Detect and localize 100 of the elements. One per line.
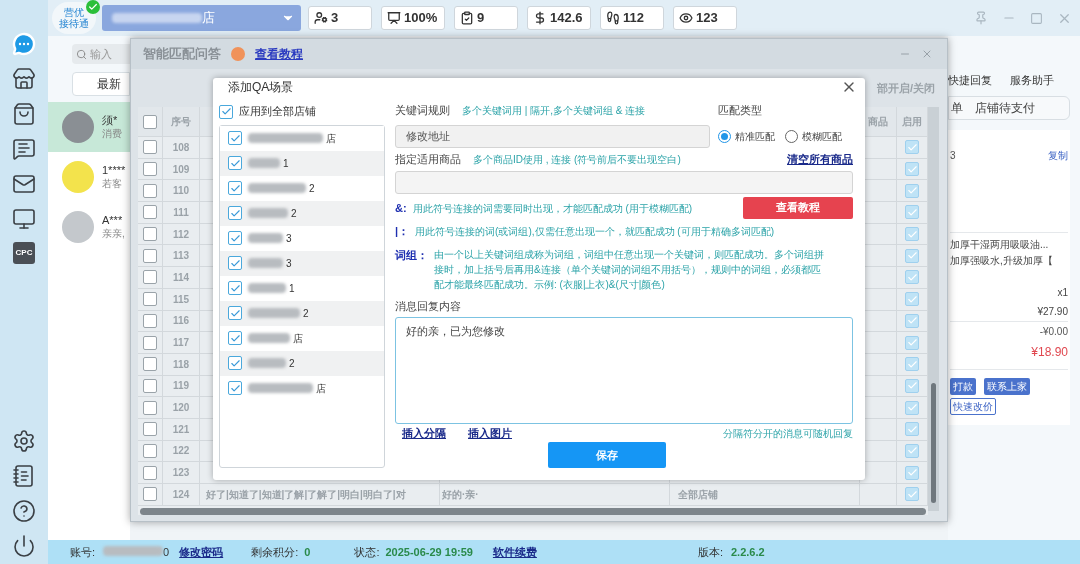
tab[interactable]: 服务助手 bbox=[1010, 71, 1054, 88]
cpc-button[interactable]: CPC bbox=[13, 242, 35, 264]
shop-name: 1 bbox=[283, 156, 289, 171]
checkbox[interactable] bbox=[905, 248, 919, 263]
radio-option[interactable]: 精准匹配 bbox=[718, 128, 775, 144]
insert-link[interactable]: 插入分隔 bbox=[402, 424, 446, 442]
checkbox[interactable] bbox=[905, 227, 919, 242]
checkbox[interactable] bbox=[143, 270, 157, 285]
sidebar-button[interactable] bbox=[12, 102, 36, 126]
checkbox[interactable] bbox=[905, 487, 919, 502]
checkbox[interactable] bbox=[228, 356, 242, 370]
keyword-field[interactable]: 修改地址 bbox=[395, 124, 710, 148]
checkbox[interactable] bbox=[143, 292, 157, 307]
blurred-text bbox=[248, 308, 300, 318]
change-password-link[interactable]: 修改密码 bbox=[179, 543, 224, 561]
radio-option[interactable]: 模糊匹配 bbox=[785, 128, 842, 144]
sidebar-button[interactable] bbox=[12, 137, 36, 161]
checkbox[interactable] bbox=[905, 443, 919, 458]
tutorial-button[interactable]: 查看教程 bbox=[743, 196, 853, 219]
checkbox[interactable] bbox=[228, 381, 242, 395]
shop-item[interactable]: 2 bbox=[220, 350, 384, 376]
sidebar-button[interactable] bbox=[12, 207, 36, 231]
shop-item[interactable]: 3 bbox=[220, 250, 384, 276]
products-field[interactable] bbox=[395, 170, 853, 194]
insert-link[interactable]: 插入图片 bbox=[468, 424, 512, 442]
renew-link[interactable]: 软件续费 bbox=[492, 543, 537, 561]
checkbox[interactable] bbox=[143, 465, 157, 480]
checkbox[interactable] bbox=[905, 357, 919, 372]
checkbox[interactable] bbox=[143, 114, 157, 129]
tutorial-link[interactable]: 查看教程 bbox=[255, 45, 303, 63]
checkbox[interactable] bbox=[905, 162, 919, 177]
checkbox[interactable] bbox=[143, 227, 157, 242]
checkbox[interactable] bbox=[905, 205, 919, 220]
checkbox[interactable] bbox=[228, 181, 242, 195]
checkbox[interactable] bbox=[143, 205, 157, 220]
action-button[interactable]: 联系上家 bbox=[984, 378, 1030, 395]
shop-item[interactable]: 2 bbox=[220, 200, 384, 226]
tab[interactable]: 最新 bbox=[72, 72, 130, 96]
shop-item[interactable]: 2 bbox=[220, 300, 384, 326]
sidebar-button[interactable] bbox=[12, 499, 36, 523]
checkbox[interactable] bbox=[228, 131, 242, 145]
checkbox[interactable] bbox=[143, 400, 157, 415]
checkbox[interactable] bbox=[905, 378, 919, 393]
apply-all-checkbox[interactable]: 应用到全部店铺 bbox=[219, 96, 385, 125]
checkbox[interactable] bbox=[143, 443, 157, 458]
field-hint: 多个商品ID使用 , 连接 (符号前后不要出现空白) bbox=[473, 152, 681, 167]
sidebar-button[interactable] bbox=[12, 67, 36, 91]
checkbox[interactable] bbox=[143, 313, 157, 328]
shop-item[interactable]: 1 bbox=[220, 150, 384, 176]
sidebar-button[interactable] bbox=[12, 429, 36, 453]
checkbox[interactable] bbox=[143, 183, 157, 198]
checkbox[interactable] bbox=[905, 422, 919, 437]
checkbox[interactable] bbox=[143, 378, 157, 393]
conversation-item[interactable]: 须* 消费 bbox=[48, 102, 130, 152]
checkbox[interactable] bbox=[228, 256, 242, 270]
total-price: ¥18.90 bbox=[1031, 344, 1068, 361]
checkbox[interactable] bbox=[143, 422, 157, 437]
checkbox[interactable] bbox=[228, 206, 242, 220]
checkbox[interactable] bbox=[143, 487, 157, 502]
clear-products-link[interactable]: 清空所有商品 bbox=[787, 150, 853, 168]
vertical-scrollbar[interactable] bbox=[928, 107, 939, 511]
checkbox[interactable] bbox=[905, 292, 919, 307]
checkbox[interactable] bbox=[228, 281, 242, 295]
shop-name: 店 bbox=[293, 331, 303, 346]
checkbox[interactable] bbox=[228, 156, 242, 170]
pin-button[interactable] bbox=[974, 11, 988, 25]
horizontal-scrollbar[interactable] bbox=[140, 507, 926, 515]
filter-tab[interactable]: 单 bbox=[951, 99, 963, 117]
checkbox[interactable] bbox=[228, 231, 242, 245]
checkbox[interactable] bbox=[228, 331, 242, 345]
checkbox[interactable] bbox=[905, 270, 919, 285]
blurred-text bbox=[248, 258, 283, 268]
copy-link[interactable]: 复制 bbox=[1048, 148, 1068, 163]
checkbox[interactable] bbox=[905, 313, 919, 328]
reprice-button[interactable]: 快速改价 bbox=[950, 398, 996, 415]
sidebar-button[interactable] bbox=[12, 172, 36, 196]
checkbox[interactable] bbox=[143, 162, 157, 177]
table-cell: 117 bbox=[163, 332, 200, 354]
action-button[interactable]: 打款 bbox=[950, 378, 976, 395]
checkbox[interactable] bbox=[905, 183, 919, 198]
checkbox[interactable] bbox=[905, 140, 919, 155]
maximize-button[interactable] bbox=[1030, 11, 1043, 25]
checkbox[interactable] bbox=[143, 140, 157, 155]
checkbox[interactable] bbox=[219, 104, 233, 119]
state-label: 状态: bbox=[354, 544, 380, 560]
checkbox[interactable] bbox=[143, 335, 157, 350]
checkbox[interactable] bbox=[905, 400, 919, 415]
checkbox[interactable] bbox=[143, 357, 157, 372]
checkbox[interactable] bbox=[143, 248, 157, 263]
checkbox[interactable] bbox=[905, 335, 919, 350]
sidebar-button[interactable] bbox=[12, 464, 36, 488]
reply-textarea[interactable]: 好的亲，已为您修改 bbox=[395, 317, 853, 424]
blurred-text bbox=[248, 183, 306, 193]
sidebar-button[interactable] bbox=[12, 534, 36, 558]
filter-tab[interactable]: 店铺待支付 bbox=[975, 99, 1035, 117]
table-cell: 124 bbox=[163, 484, 200, 506]
checkbox[interactable] bbox=[905, 465, 919, 480]
tab[interactable]: 快捷回复 bbox=[948, 71, 992, 88]
checkbox[interactable] bbox=[228, 306, 242, 320]
stat-value: 142.6 bbox=[550, 9, 583, 28]
